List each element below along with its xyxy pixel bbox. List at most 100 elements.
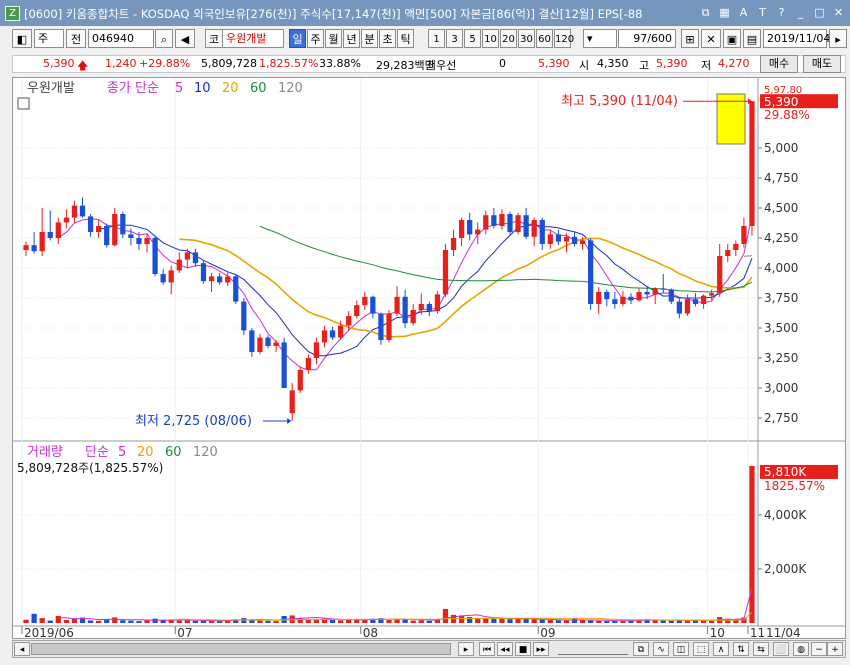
tool6-icon[interactable]: ⬜ (773, 642, 789, 656)
zoom-out-icon[interactable]: − (811, 642, 827, 656)
minute-step-10[interactable]: 10 (482, 29, 499, 48)
candle-body (588, 240, 594, 304)
font-size-icon[interactable]: A (736, 5, 751, 20)
minute-step-5[interactable]: 5 (464, 29, 481, 48)
minute-step-3[interactable]: 3 (446, 29, 463, 48)
candle-body (499, 214, 505, 226)
stock-name-field[interactable]: 우원개발 (222, 29, 284, 48)
grid-icon[interactable]: ▦ (717, 5, 732, 20)
prev-button[interactable]: 전 (66, 29, 86, 48)
sound-icon[interactable]: ◀ (175, 29, 195, 48)
last-price-pct: 29.88% (764, 108, 810, 122)
date-input[interactable]: 2019/11/04 (763, 29, 830, 48)
save-icon[interactable]: ▣ (723, 29, 741, 48)
volume-bar (63, 620, 69, 623)
calendar-icon[interactable]: ▤ (743, 29, 761, 48)
tool3-icon[interactable]: ∧ (713, 642, 729, 656)
zoom-slider[interactable] (558, 644, 628, 655)
up-arrow-icon: 🡅 (77, 59, 89, 72)
volume-bar (184, 620, 190, 623)
last-volume-label: 5,810K (764, 465, 807, 479)
minute-step-30[interactable]: 30 (518, 29, 535, 48)
forward-icon[interactable]: ▸▸ (533, 642, 549, 656)
volume-bar (531, 619, 537, 623)
volume-bar (337, 620, 344, 623)
candle-body (39, 232, 45, 252)
stock-code-input[interactable]: 046940 (88, 29, 154, 48)
x-tick-label: 08 (363, 626, 378, 638)
ma20-line (179, 237, 753, 338)
tool1-icon[interactable]: ◫ (673, 642, 689, 656)
period-select[interactable]: 주 (34, 29, 64, 48)
zoom-in-icon[interactable]: + (827, 642, 843, 656)
volume-bar (31, 613, 37, 623)
close-icon[interactable]: ✕ (831, 5, 846, 20)
candle-body (112, 214, 118, 246)
sell-button[interactable]: 매도 (803, 55, 841, 73)
help-icon[interactable]: T (755, 5, 770, 20)
layout-icon[interactable]: ◧ (12, 29, 32, 48)
candle-body (273, 342, 279, 346)
volume-bar (749, 465, 755, 623)
maximize-icon[interactable]: □ (812, 5, 827, 20)
price-tick-label: 4,500 (764, 201, 798, 215)
first-page-icon[interactable]: ⏮ (479, 642, 495, 656)
tab-6[interactable]: 틱 (397, 29, 414, 48)
candle-body (249, 330, 255, 352)
minute-step-60[interactable]: 60 (536, 29, 553, 48)
tab-5[interactable]: 초 (379, 29, 396, 48)
count-select[interactable]: ▾ (583, 29, 617, 48)
volume-tick-label: 2,000K (764, 562, 807, 576)
volume-bar (579, 620, 586, 623)
candle-body (281, 342, 287, 388)
volume-bar (55, 615, 61, 623)
volume-bar (604, 621, 610, 623)
volume-ma-legend-20: 20 (137, 445, 154, 460)
scroll-left-icon[interactable]: ◂ (14, 642, 30, 656)
tab-1[interactable]: 주 (307, 29, 324, 48)
candle-body (717, 256, 723, 294)
candle-body (709, 293, 715, 296)
minute-step-120[interactable]: 120 (554, 29, 574, 48)
tool4-icon[interactable]: ⇅ (733, 642, 749, 656)
tool2-icon[interactable]: ⬚ (693, 642, 709, 656)
link-icon[interactable]: ⧉ (633, 642, 649, 656)
tab-4[interactable]: 분 (361, 29, 378, 48)
count-input[interactable]: 97/600 (618, 29, 676, 48)
candle-body (337, 325, 344, 338)
minute-step-1[interactable]: 1 (428, 29, 445, 48)
tool5-icon[interactable]: ⇆ (753, 642, 769, 656)
candle-body (636, 292, 642, 301)
volume-ma20-line (179, 611, 753, 621)
scroll-right-icon[interactable]: ▸ (458, 642, 474, 656)
wave-icon[interactable]: ∿ (653, 642, 669, 656)
search-icon[interactable]: ⌕ (155, 29, 173, 48)
stop-icon[interactable]: ■ (515, 642, 531, 656)
chart-area[interactable]: 2,750 3,000 3,250 3,500 3,750 4,000 4,250 4,500… (12, 77, 846, 639)
zoom-icon[interactable]: ⊞ (681, 29, 699, 48)
stock-chart[interactable]: 2,750 3,000 3,250 3,500 3,750 4,000 4,250 4,500… (13, 78, 845, 638)
candle-body (362, 296, 368, 306)
last-volume-pct: 1825.57% (764, 479, 825, 493)
next-icon[interactable]: ▸ (829, 29, 847, 48)
minimize-icon[interactable]: _ (793, 5, 808, 20)
tab-3[interactable]: 년 (343, 29, 360, 48)
volume-bar (491, 618, 497, 623)
restore-icon[interactable]: ⧉ (698, 5, 713, 20)
chart-scrollbar[interactable]: ◂ ▸ ⏮ ◂◂ ■ ▸▸ ⧉ ∿ ◫ ⬚ ∧ ⇅ ⇆ ⬜ ◍ − + (12, 640, 846, 658)
rewind-icon[interactable]: ◂◂ (497, 642, 513, 656)
candle-body (442, 250, 449, 295)
scroll-thumb[interactable] (31, 643, 451, 655)
tab-2[interactable]: 월 (325, 29, 342, 48)
tab-0[interactable]: 일 (289, 29, 306, 48)
candle-body (346, 316, 352, 326)
minute-step-20[interactable]: 20 (500, 29, 517, 48)
cross-icon[interactable]: ✕ (701, 29, 721, 48)
volume-ma-legend-5: 5 (118, 445, 126, 460)
tool7-icon[interactable]: ◍ (793, 642, 809, 656)
settings-icon[interactable]: ? (774, 5, 789, 20)
buy-button[interactable]: 매수 (760, 55, 798, 73)
price-value: 5,390 (43, 57, 75, 70)
candle-body (579, 240, 586, 244)
low-value: 4,270 (718, 57, 750, 70)
